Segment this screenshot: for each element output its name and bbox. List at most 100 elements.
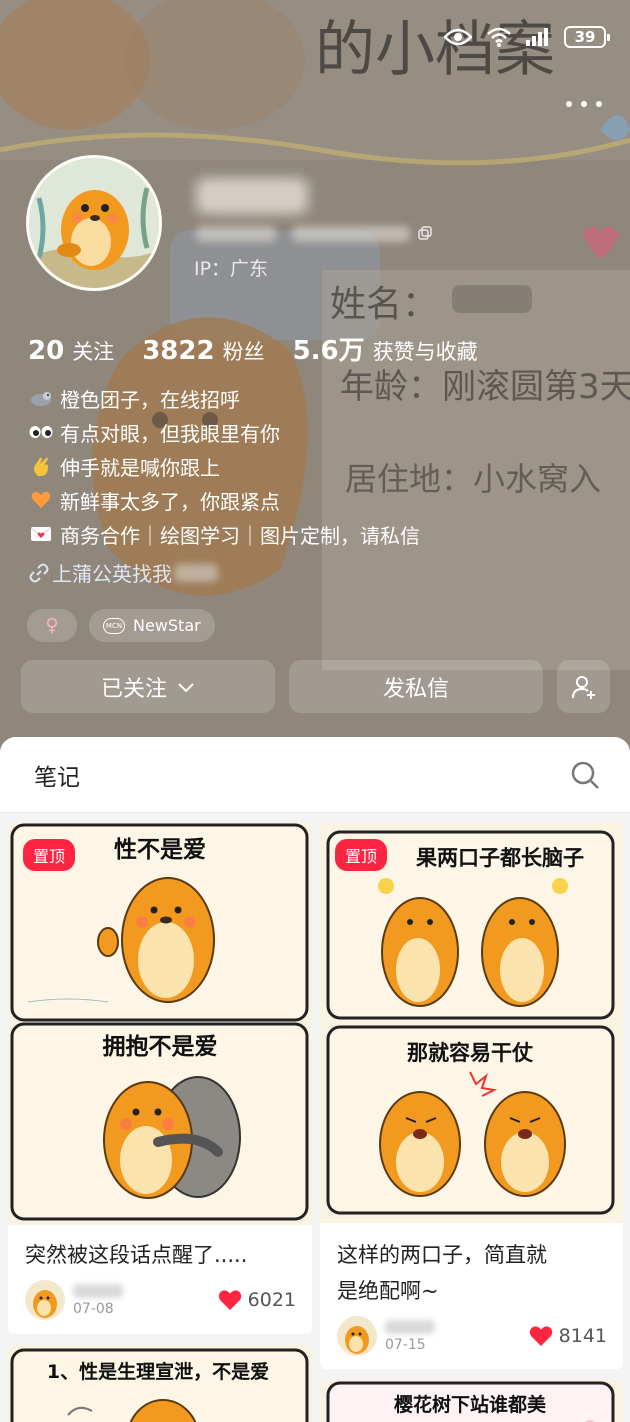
svg-text:果两口子都长脑子: 果两口子都长脑子: [416, 846, 584, 870]
author-avatar[interactable]: [337, 1316, 377, 1356]
bio-text: 新鲜事太多了，你跟紧点: [60, 489, 280, 514]
note-title: 突然被这段话点醒了.....: [25, 1243, 248, 1267]
bio-line: 商务合作｜绘图学习｜图片定制，请私信: [28, 517, 420, 551]
external-link[interactable]: 上蒲公英找我: [28, 558, 218, 587]
note-cover-image: 1、性是生理宣泄，不是爱: [8, 1345, 312, 1422]
note-cover-image: 置顶 性不是爱 拥抱不是爱: [8, 822, 312, 1225]
profile-stats: 20 关注 3822 粉丝 5.6万 获赞与收藏: [28, 330, 506, 367]
wave-emoji-icon: [28, 455, 54, 477]
copy-icon[interactable]: [418, 226, 432, 240]
seal-emoji-icon: [28, 387, 54, 409]
tab-notes[interactable]: 笔记: [34, 758, 80, 792]
author-meta: 07-15: [385, 1319, 435, 1353]
notes-tab-bar: 笔记: [0, 737, 630, 813]
likes-collects-stat[interactable]: 5.6万 获赞与收藏: [293, 330, 478, 367]
note-footer: 07-15 8141: [337, 1316, 607, 1356]
svg-text:姓名：: 姓名：: [330, 284, 438, 325]
send-message-label: 发私信: [382, 676, 449, 702]
search-icon[interactable]: [570, 760, 600, 790]
female-icon: ♀: [45, 615, 59, 636]
note-date: 07-15: [385, 1336, 426, 1353]
pinned-badge: 置顶: [23, 839, 76, 871]
wifi-icon: [487, 27, 511, 47]
heart-icon: [529, 1326, 552, 1346]
svg-text:樱花树下站谁都美: 樱花树下站谁都美: [394, 1393, 547, 1416]
followed-button-label: 已关注: [100, 676, 167, 702]
mcn-icon: MCN: [103, 617, 125, 634]
svg-text:性不是爱: 性不是爱: [114, 837, 206, 863]
pinned-badge: 置顶: [335, 839, 388, 871]
following-label: 关注: [72, 340, 115, 364]
chevron-down-icon: [178, 682, 194, 692]
note-footer: 07-08 6021: [25, 1280, 296, 1320]
note-card[interactable]: 樱花树下站谁都美: [320, 1380, 623, 1422]
nickname-blurred: [196, 178, 308, 214]
user-id-value-blurred: [292, 226, 410, 242]
followed-button[interactable]: 已关注: [21, 660, 275, 713]
note-card[interactable]: 置顶 性不是爱 拥抱不是爱 突然被这段话点醒了..... 07-08 6021: [8, 822, 312, 1334]
add-friend-button[interactable]: [557, 660, 610, 713]
bio-text: 橙色团子，在线招呼: [60, 387, 240, 412]
orange-heart-emoji-icon: [28, 489, 54, 511]
author-name-blurred: [73, 1283, 123, 1298]
add-user-icon: [571, 675, 595, 699]
likes-collects-label: 获赞与收藏: [372, 340, 478, 364]
note-title-line: 这样的两口子，简直就: [337, 1243, 547, 1267]
user-id-blurred: [196, 226, 276, 242]
like-button[interactable]: 8141: [529, 1325, 607, 1347]
note-card[interactable]: 置顶 果两口子都长脑子 那就容易干仗 这样的两口子，简直就 是绝配啊~ 07-1…: [320, 822, 623, 1369]
bio-text: 商务合作｜绘图学习｜图片定制，请私信: [60, 523, 420, 548]
love-letter-emoji-icon: [28, 523, 54, 545]
svg-text:拥抱不是爱: 拥抱不是爱: [103, 1033, 218, 1060]
bio-text: 伸手就是喊你跟上: [60, 455, 220, 480]
send-message-button[interactable]: 发私信: [289, 660, 543, 713]
like-count: 6021: [247, 1289, 296, 1311]
gender-tag: ♀: [27, 609, 77, 642]
profile-actions: 已关注 发私信: [21, 660, 610, 713]
note-card[interactable]: 1、性是生理宣泄，不是爱: [8, 1345, 312, 1422]
bio-text: 有点对眼，但我眼里有你: [60, 421, 280, 446]
author-avatar[interactable]: [25, 1280, 65, 1320]
battery-indicator: 39: [564, 26, 610, 48]
bio-line: 橙色团子，在线招呼: [28, 381, 420, 415]
following-count: 20: [28, 336, 65, 366]
like-button[interactable]: 6021: [218, 1289, 296, 1311]
followers-label: 粉丝: [222, 340, 265, 364]
eyes-emoji-icon: [28, 421, 54, 443]
bio-line: 有点对眼，但我眼里有你: [28, 415, 420, 449]
svg-text:那就容易干仗: 那就容易干仗: [407, 1041, 534, 1065]
link-suffix-blurred: [174, 563, 218, 582]
note-cover-image: 置顶 果两口子都长脑子 那就容易干仗: [320, 822, 623, 1223]
ip-location: IP：广东: [194, 258, 269, 280]
heart-icon: [218, 1290, 241, 1310]
bio-line: 新鲜事太多了，你跟紧点: [28, 483, 420, 517]
note-title: 这样的两口子，简直就 是绝配啊~: [337, 1237, 547, 1309]
svg-text:1、性是生理宣泄，不是爱: 1、性是生理宣泄，不是爱: [47, 1360, 269, 1383]
notes-panel: 笔记 置顶 性不是爱 拥抱不是爱 突然被这段话点醒了..... 07-08 60…: [0, 737, 630, 1422]
mcn-tag-label: NewStar: [133, 616, 201, 635]
eye-icon: [444, 28, 472, 46]
note-title-line: 是绝配啊~: [337, 1279, 439, 1303]
seal-avatar-icon: [29, 158, 159, 288]
likes-collects-count: 5.6万: [292, 336, 365, 366]
author-meta: 07-08: [73, 1283, 123, 1317]
status-bar: 39: [444, 26, 610, 48]
bio-line: 伸手就是喊你跟上: [28, 449, 420, 483]
external-link-text: 上蒲公英找我: [52, 562, 172, 586]
followers-stat[interactable]: 3822 粉丝: [142, 336, 264, 366]
followers-count: 3822: [142, 336, 215, 366]
mcn-tag[interactable]: MCN NewStar: [89, 609, 215, 642]
like-count: 8141: [558, 1325, 607, 1347]
bio: 橙色团子，在线招呼 有点对眼，但我眼里有你 伸手就是喊你跟上 新鲜事太多了，你跟…: [28, 381, 420, 551]
author-name-blurred: [385, 1319, 435, 1334]
link-icon: [29, 563, 49, 582]
more-options-button[interactable]: [566, 92, 602, 116]
signal-icon: [526, 28, 548, 46]
profile-tags: ♀ MCN NewStar: [27, 609, 215, 642]
following-stat[interactable]: 20 关注: [28, 336, 114, 366]
background-art: 的小档案 姓名： 年龄：刚滚圆第3天 居住地：小水窝入: [0, 0, 630, 760]
profile-header: 的小档案 姓名： 年龄：刚滚圆第3天 居住地：小水窝入 39 IP：广东 20 …: [0, 0, 630, 760]
note-date: 07-08: [73, 1300, 114, 1317]
note-cover-image: 樱花树下站谁都美: [320, 1380, 623, 1422]
avatar[interactable]: [26, 155, 162, 291]
